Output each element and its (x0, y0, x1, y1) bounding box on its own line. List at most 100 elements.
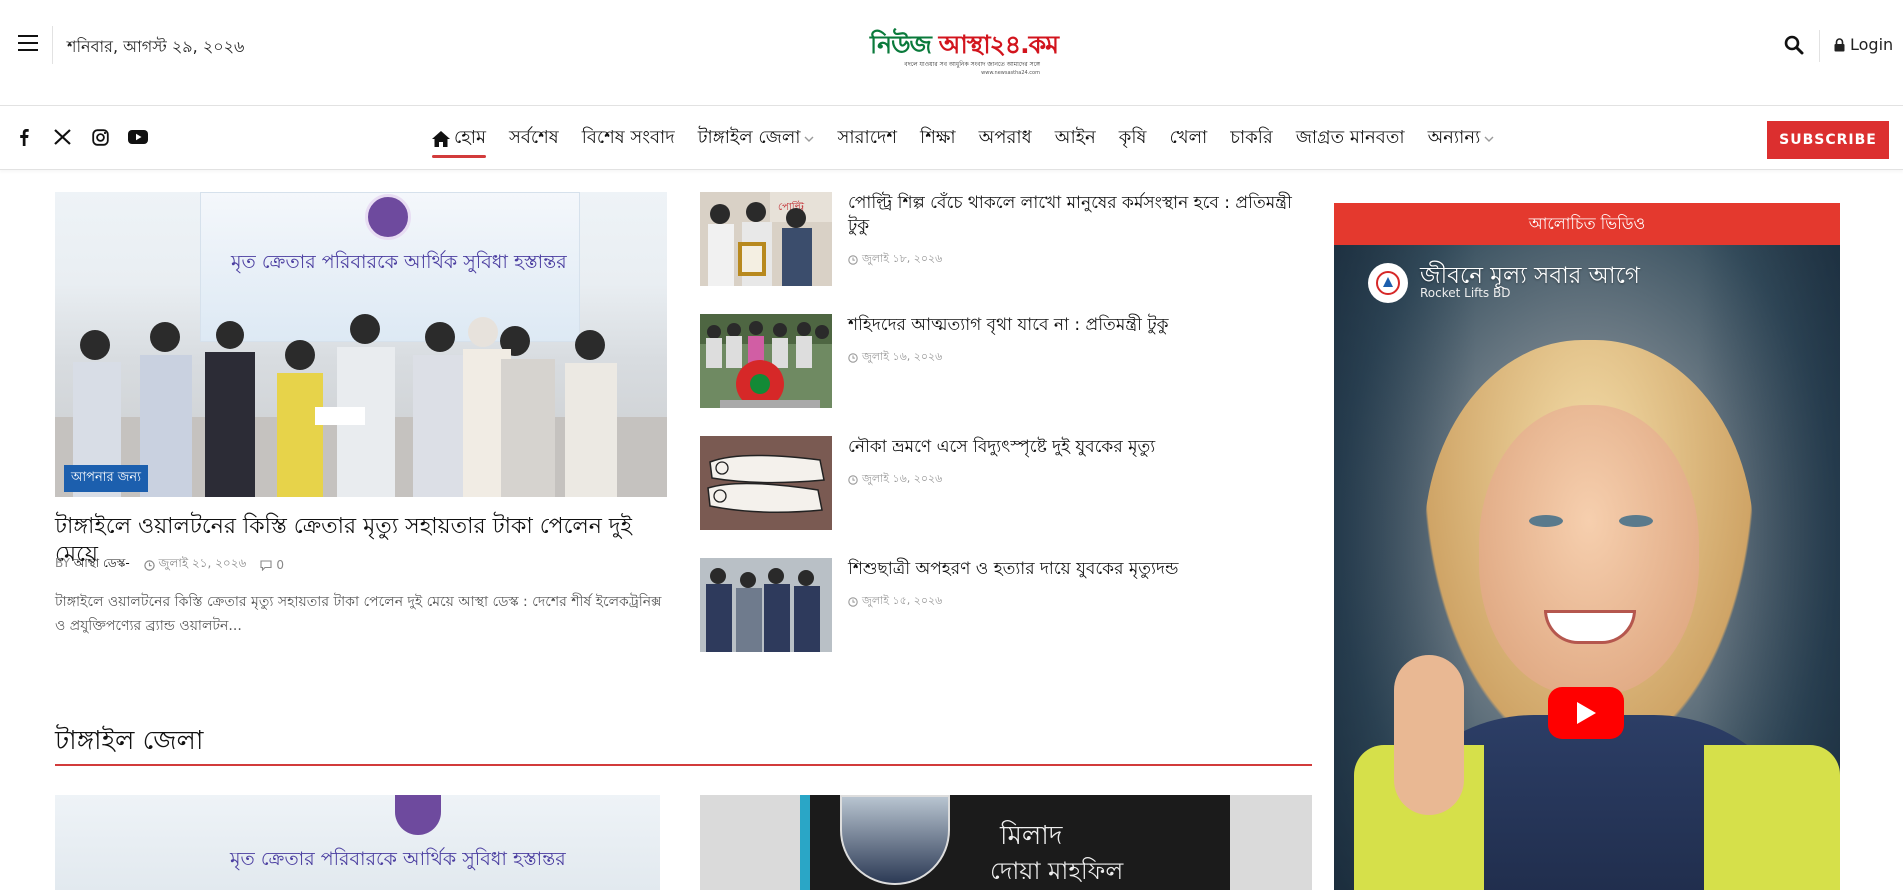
nav-item-label: কৃষি (1118, 127, 1147, 148)
main-navbar: হোম সর্বশেষ বিশেষ সংবাদ টাঙ্গাইল জেলা সা… (0, 107, 1903, 170)
nav-item-countrywide[interactable]: সারাদেশ (837, 107, 897, 170)
nav-item-label: খেলা (1169, 127, 1208, 148)
nav-item-label: বিশেষ সংবাদ (581, 127, 675, 148)
thumbnail-image (700, 314, 832, 408)
site-logo[interactable]: নিউজ আস্থা২৪.কম বদলে যাওয়ার সব আধুনিক স… (870, 30, 1059, 77)
category-badge[interactable]: আপনার জন্য (64, 465, 148, 492)
play-button[interactable] (1548, 687, 1624, 739)
clock-icon (848, 474, 858, 485)
author-prefix: BY (55, 556, 70, 570)
comment-icon (260, 559, 272, 571)
nav-item-jobs[interactable]: চাকরি (1230, 107, 1273, 170)
lock-icon (1834, 37, 1845, 51)
image-banner-text: মৃত ক্রেতার পরিবারকে আর্থিক সুবিধা হস্তা… (230, 848, 566, 870)
list-date: জুলাই ১৫, ২০২৬ (848, 592, 942, 611)
nav-item-home[interactable]: হোম (432, 107, 486, 170)
list-title[interactable]: শিশুছাত্রী অপহরণ ও হত্যার দায়ে যুবকের ম… (848, 558, 1308, 581)
list-title[interactable]: পোল্ট্রি শিল্প বেঁচে থাকলে লাখো মানুষের … (848, 192, 1308, 238)
section-article-image[interactable]: মৃত ক্রেতার পরিবারকে আর্থিক সুবিধা হস্তা… (55, 795, 660, 890)
list-thumbnail[interactable]: পোল্ট্রি (700, 192, 832, 286)
divider (1819, 30, 1820, 62)
logo-text-part2: আস্থা (938, 30, 991, 59)
search-icon[interactable] (1784, 35, 1804, 55)
login-label: Login (1850, 35, 1894, 54)
logo-text-part3: ২৪.কম (989, 30, 1059, 59)
top-header: শনিবার, আগস্ট ২৯, ২০২৬ নিউজ আস্থা২৪.কম ব… (0, 0, 1903, 106)
post-date: জুলাই ২১, ২০২৬ (143, 555, 247, 575)
board-text-line2: দোয়া মাহফিল (990, 857, 1124, 885)
nav-item-label: শিক্ষা (920, 127, 956, 148)
thumbnail-image: পোল্ট্রি (700, 192, 832, 286)
date-text: জুলাই ১৮, ২০২৬ (862, 252, 943, 265)
login-button[interactable]: Login (1834, 35, 1893, 54)
home-icon (432, 130, 450, 147)
nav-item-latest[interactable]: সর্বশেষ (509, 107, 559, 170)
nav-item-special-news[interactable]: বিশেষ সংবাদ (582, 107, 675, 170)
logo-seal (365, 194, 411, 240)
x-icon[interactable] (52, 127, 72, 147)
date-text: জুলাই ১৬, ২০২৬ (862, 472, 943, 485)
video-channel[interactable]: Rocket Lifts BD (1420, 286, 1510, 300)
video-player[interactable]: জীবনে মূল্য সবার আগে Rocket Lifts BD (1334, 245, 1840, 890)
logo-seal (395, 795, 441, 835)
social-links (14, 127, 148, 147)
date-text: জুলাই ১৬, ২০২৬ (862, 350, 943, 363)
divider (52, 26, 53, 64)
logo-url: www.newsastha24.com (981, 70, 1040, 76)
channel-avatar[interactable] (1368, 263, 1408, 303)
list-date: জুলাই ১৬, ২০২৬ (848, 470, 942, 489)
nav-item-tangail-district[interactable]: টাঙ্গাইল জেলা (698, 107, 815, 170)
nav-item-label: টাঙ্গাইল জেলা (697, 127, 801, 148)
instagram-icon[interactable] (90, 127, 110, 147)
list-date: জুলাই ১৬, ২০২৬ (848, 348, 942, 367)
nav-item-humanity[interactable]: জাগ্রত মানবতা (1296, 107, 1405, 170)
featured-meta: BY আস্থা ডেস্ক- জুলাই ২১, ২০২৬ 0 (55, 555, 284, 575)
thumbnail-image (700, 436, 832, 530)
date-text: জুলাই ২১, ২০২৬ (158, 556, 247, 570)
current-date: শনিবার, আগস্ট ২৯, ২০২৬ (67, 37, 245, 56)
list-title[interactable]: শহিদদের আত্মত্যাগ বৃথা যাবে না : প্রতিমন… (848, 314, 1308, 337)
chevron-down-icon (1484, 136, 1494, 142)
channel-logo-icon (1376, 271, 1400, 295)
section-divider (55, 764, 1312, 766)
video-person-eye (1529, 515, 1563, 527)
thumbnail-image (700, 558, 832, 652)
nav-item-label: হোম (454, 127, 486, 148)
nav-item-label: সর্বশেষ (508, 127, 559, 148)
nav-item-agriculture[interactable]: কৃষি (1119, 107, 1147, 170)
nav-item-sports[interactable]: খেলা (1169, 107, 1207, 170)
clock-icon (848, 352, 858, 363)
logo-text-part1: নিউজ (870, 30, 932, 59)
nav-item-label: অন্যান্য (1427, 127, 1481, 148)
thumbs-up-hand (1394, 655, 1464, 815)
facebook-icon[interactable] (14, 127, 34, 147)
author: BY আস্থা ডেস্ক- (55, 555, 130, 575)
list-item: শহিদদের আত্মত্যাগ বৃথা যাবে না : প্রতিমন… (700, 314, 1310, 410)
list-item: পোল্ট্রি পোল্ট্রি শিল্প বেঁচে থাকলে লাখো… (700, 192, 1310, 288)
section-article-image[interactable]: মিলাদ দোয়া মাহফিল (700, 795, 1312, 890)
author-name[interactable]: আস্থা ডেস্ক- (74, 556, 130, 570)
nav-item-label: আইন (1054, 127, 1096, 148)
youtube-icon[interactable] (128, 127, 148, 147)
comment-count-text: 0 (276, 558, 284, 572)
menu-hamburger-icon[interactable] (18, 35, 38, 52)
nav-item-label: অপরাধ (978, 127, 1032, 148)
section-title[interactable]: টাঙ্গাইল জেলা (55, 720, 203, 764)
nav-item-education[interactable]: শিক্ষা (920, 107, 956, 170)
nav-item-others[interactable]: অন্যান্য (1428, 107, 1495, 170)
list-thumbnail[interactable] (700, 436, 832, 530)
play-icon (1577, 702, 1596, 724)
list-thumbnail[interactable] (700, 314, 832, 408)
nav-item-law[interactable]: আইন (1055, 107, 1096, 170)
nav-item-label: সারাদেশ (837, 127, 898, 148)
subscribe-button[interactable]: SUBSCRIBE (1767, 121, 1889, 159)
list-thumbnail[interactable] (700, 558, 832, 652)
image-banner-text: মৃত ক্রেতার পরিবারকে আর্থিক সুবিধা হস্তা… (231, 251, 567, 273)
list-date: জুলাই ১৮, ২০২৬ (848, 250, 942, 269)
list-title[interactable]: নৌকা ভ্রমণে এসে বিদ্যুৎস্পৃষ্টে দুই যুবক… (848, 436, 1308, 459)
comment-count[interactable]: 0 (260, 558, 284, 572)
nav-item-crime[interactable]: অপরাধ (979, 107, 1032, 170)
featured-image[interactable]: মৃত ক্রেতার পরিবারকে আর্থিক সুবিধা হস্তা… (55, 192, 667, 497)
list-item: শিশুছাত্রী অপহরণ ও হত্যার দায়ে যুবকের ম… (700, 558, 1310, 654)
clock-icon (848, 254, 858, 265)
